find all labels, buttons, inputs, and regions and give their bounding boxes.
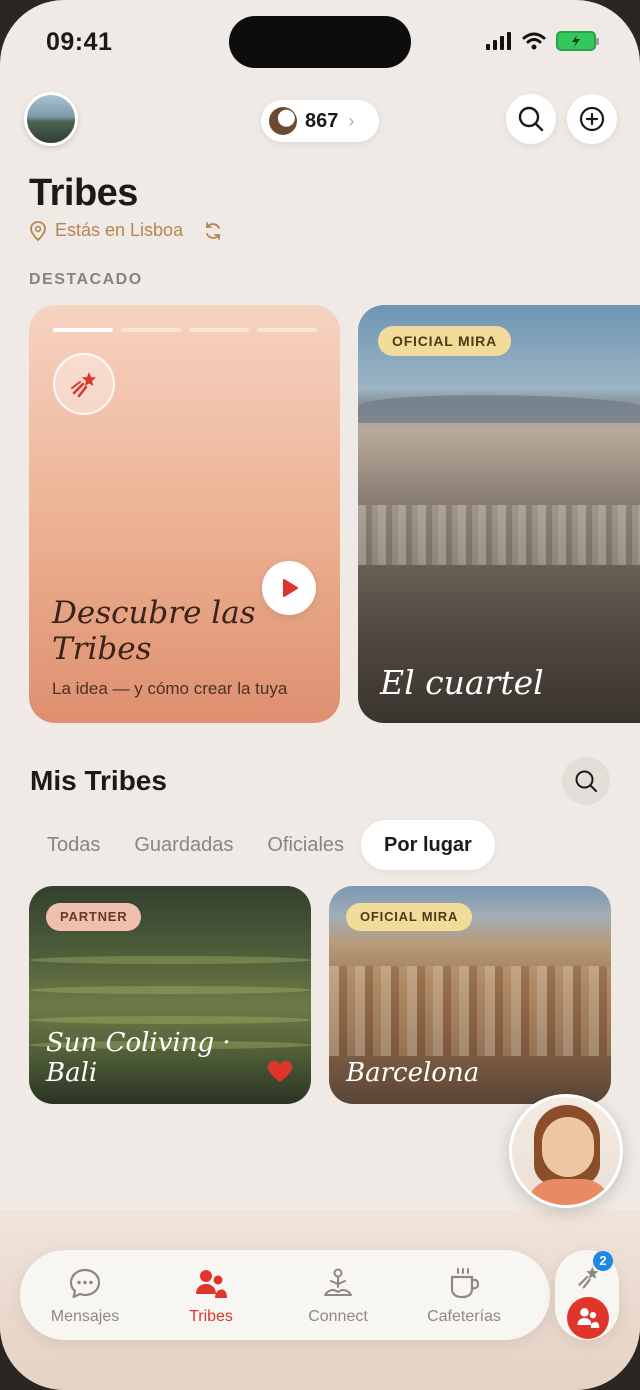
landscape-city	[358, 505, 640, 565]
terrace-shape	[29, 1016, 311, 1024]
status-time: 09:41	[46, 28, 113, 56]
terrace-shape	[29, 986, 311, 994]
story-segment	[53, 328, 113, 332]
heart-icon[interactable]	[267, 1060, 293, 1084]
nav-label: Connect	[308, 1308, 368, 1325]
partner-badge: PARTNER	[46, 903, 142, 931]
tribes-quick-button[interactable]	[567, 1297, 609, 1339]
filter-tabs: Todas Guardadas Oficiales Por lugar	[30, 820, 495, 870]
search-icon	[575, 770, 597, 792]
chevron-right-icon: ›	[348, 110, 355, 131]
tab-guardadas[interactable]: Guardadas	[117, 820, 250, 870]
coins-count: 867	[305, 109, 339, 132]
search-button[interactable]	[506, 94, 556, 144]
coconut-icon	[269, 107, 297, 135]
location-row[interactable]: Estás en Lisboa	[29, 220, 223, 241]
profile-avatar[interactable]	[24, 92, 78, 146]
tribes-search-button[interactable]	[562, 757, 610, 805]
tribe-card-title: Barcelona	[346, 1058, 480, 1088]
story-progress	[53, 328, 317, 332]
tribe-card-barcelona[interactable]: OFICIAL MIRA Barcelona	[329, 886, 611, 1104]
official-badge: OFICIAL MIRA	[378, 326, 512, 356]
location-label: Estás en Lisboa	[55, 220, 184, 240]
people-icon	[196, 1270, 227, 1298]
featured-card-title: El cuartel	[380, 663, 544, 702]
story-segment	[121, 328, 181, 332]
assistant-avatar-button[interactable]	[509, 1094, 623, 1208]
wifi-icon	[522, 32, 546, 50]
city-roofs	[329, 966, 611, 1056]
nav-item-tribes[interactable]: Tribes	[151, 1266, 271, 1326]
chat-bubble-icon	[69, 1268, 101, 1299]
battery-icon	[556, 31, 599, 51]
nav-item-mensajes[interactable]: Mensajes	[25, 1266, 145, 1326]
tribe-card-bali[interactable]: PARTNER Sun Coliving · Bali	[29, 886, 311, 1104]
nav-item-connect[interactable]: Connect	[278, 1266, 398, 1326]
tribe-card-title: Sun Coliving · Bali	[46, 1028, 231, 1088]
tab-oficiales[interactable]: Oficiales	[250, 820, 361, 870]
phone-screen: 09:41 867 › Tribes Estás en Lisboa DESTA…	[0, 0, 640, 1390]
avatar-face	[542, 1117, 594, 1177]
featured-card-el-cuartel[interactable]: OFICIAL MIRA El cuartel	[358, 305, 640, 723]
featured-card-subtitle: La idea — y cómo crear la tuya	[52, 679, 288, 698]
plus-circle-icon	[579, 106, 605, 132]
nav-label: Mensajes	[50, 1308, 120, 1325]
people-icon	[577, 1308, 600, 1328]
coffee-cup-icon	[450, 1268, 480, 1299]
nav-label: Cafeterías	[427, 1308, 501, 1325]
story-segment	[189, 328, 249, 332]
status-icons	[486, 31, 599, 51]
search-icon	[518, 106, 544, 132]
refresh-icon[interactable]	[203, 221, 223, 241]
shooting-star-icon	[71, 372, 96, 398]
story-segment	[257, 328, 317, 332]
location-pin-icon	[30, 220, 46, 241]
signal-icon	[486, 32, 511, 50]
featured-card-discover[interactable]: Descubre las Tribes La idea — y cómo cre…	[29, 305, 340, 723]
coins-button[interactable]: 867 ›	[261, 100, 379, 142]
featured-card-title: Descubre las Tribes	[52, 595, 256, 667]
bottom-navigation: Mensajes Tribes Connect Cafeterías	[20, 1250, 550, 1340]
page-title: Tribes	[29, 172, 138, 214]
landscape-hills	[358, 395, 640, 423]
terrace-shape	[29, 956, 311, 964]
dynamic-island	[229, 16, 411, 68]
nav-item-cafeterias[interactable]: Cafeterías	[404, 1266, 524, 1326]
official-badge: OFICIAL MIRA	[346, 903, 473, 931]
notification-badge: 2	[593, 1251, 613, 1271]
tab-todas[interactable]: Todas	[30, 820, 117, 870]
section-title: Mis Tribes	[30, 765, 167, 796]
create-button[interactable]	[567, 94, 617, 144]
meditation-icon	[324, 1268, 352, 1296]
nav-label: Tribes	[189, 1308, 233, 1325]
shooting-star-badge	[53, 353, 115, 415]
featured-section-label: DESTACADO	[29, 271, 143, 288]
tab-por-lugar[interactable]: Por lugar	[361, 820, 495, 870]
